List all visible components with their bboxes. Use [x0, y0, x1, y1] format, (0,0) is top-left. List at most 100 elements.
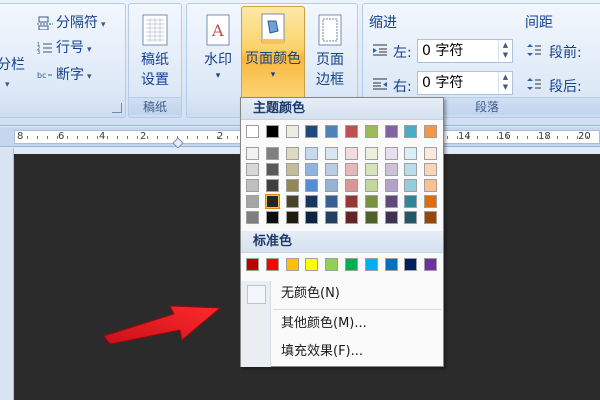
theme-shade-swatch[interactable]: [285, 163, 299, 176]
theme-shade-swatch[interactable]: [265, 211, 279, 224]
theme-color-swatch[interactable]: [246, 125, 259, 138]
breaks-button[interactable]: 分隔符 ▾: [37, 12, 106, 34]
indent-right-spinner-icon[interactable]: ▲ ▼: [498, 72, 512, 94]
standard-color-swatch[interactable]: [305, 258, 319, 271]
line-numbers-button[interactable]: 1 2 3 行号 ▾: [37, 37, 92, 59]
ruler-minor-tick: [547, 136, 548, 139]
theme-shade-swatch[interactable]: [424, 147, 438, 160]
theme-shade-swatch[interactable]: [384, 195, 398, 208]
theme-shade-swatch[interactable]: [384, 211, 398, 224]
theme-color-swatch[interactable]: [265, 125, 279, 138]
indent-left-spinner-icon[interactable]: ▲ ▼: [498, 40, 512, 62]
standard-color-swatch[interactable]: [404, 258, 418, 271]
theme-color-swatch[interactable]: [384, 125, 398, 138]
theme-shade-swatch[interactable]: [305, 163, 319, 176]
theme-shade-swatch[interactable]: [305, 195, 319, 208]
theme-color-swatch[interactable]: [424, 125, 438, 138]
theme-shade-swatch[interactable]: [364, 163, 378, 176]
theme-shade-swatch[interactable]: [424, 195, 438, 208]
theme-shade-swatch[interactable]: [364, 195, 378, 208]
theme-shade-swatch[interactable]: [325, 211, 339, 224]
theme-shade-swatch[interactable]: [345, 211, 358, 224]
theme-shade-swatch[interactable]: [325, 195, 339, 208]
no-color-item[interactable]: 无颜色(N): [241, 280, 443, 308]
theme-shade-swatch[interactable]: [404, 179, 418, 192]
hyphenation-label: 断字: [56, 67, 84, 83]
fill-effects-item[interactable]: 填充效果(F)...: [241, 338, 443, 366]
no-color-icon: [247, 285, 266, 304]
theme-shade-swatch[interactable]: [305, 211, 319, 224]
theme-shade-swatch[interactable]: [404, 147, 418, 160]
page-border-button[interactable]: 页面 边框: [305, 8, 355, 100]
theme-shade-swatch[interactable]: [305, 147, 319, 160]
theme-shade-swatch[interactable]: [265, 163, 279, 176]
theme-shade-swatch[interactable]: [246, 211, 259, 224]
theme-color-swatch[interactable]: [325, 125, 339, 138]
ruler-minor-tick: [117, 136, 118, 139]
ruler-tick-label: 20: [578, 131, 591, 142]
theme-shade-swatch[interactable]: [285, 147, 299, 160]
theme-color-swatch[interactable]: [364, 125, 378, 138]
vertical-ruler[interactable]: [0, 148, 14, 400]
theme-shade-swatch[interactable]: [246, 147, 259, 160]
standard-color-swatch[interactable]: [285, 258, 299, 271]
theme-shade-swatch[interactable]: [325, 163, 339, 176]
draft-settings-button[interactable]: 稿纸 设置: [127, 8, 183, 100]
indent-right-input[interactable]: 0 字符 ▲ ▼: [417, 71, 513, 95]
theme-shade-swatch[interactable]: [345, 163, 358, 176]
theme-color-swatch[interactable]: [404, 125, 418, 138]
theme-shade-swatch[interactable]: [384, 163, 398, 176]
theme-shade-swatch[interactable]: [285, 211, 299, 224]
theme-shade-swatch[interactable]: [424, 163, 438, 176]
columns-button[interactable]: 分栏: [0, 54, 25, 76]
theme-color-swatch[interactable]: [345, 125, 358, 138]
standard-color-swatch[interactable]: [424, 258, 438, 271]
standard-color-swatch[interactable]: [265, 258, 279, 271]
ruler-minor-tick: [477, 136, 478, 139]
theme-shade-swatch[interactable]: [404, 195, 418, 208]
theme-shade-swatch[interactable]: [404, 163, 418, 176]
standard-color-swatch[interactable]: [345, 258, 358, 271]
theme-shade-swatch[interactable]: [285, 195, 299, 208]
theme-shade-swatch[interactable]: [384, 179, 398, 192]
theme-shade-swatch[interactable]: [364, 211, 378, 224]
ruler-minor-tick: [57, 136, 58, 139]
theme-shade-swatch[interactable]: [246, 195, 259, 208]
theme-shade-swatch[interactable]: [364, 147, 378, 160]
theme-shade-swatch[interactable]: [345, 147, 358, 160]
standard-color-swatch[interactable]: [325, 258, 339, 271]
page-setup-launcher-icon[interactable]: [112, 103, 122, 113]
hyphenation-button[interactable]: bc 断字 ▾: [37, 64, 92, 86]
fill-effects-label: 填充效果(F)...: [281, 344, 364, 359]
ruler-minor-tick: [27, 136, 28, 139]
theme-shade-swatch[interactable]: [246, 163, 259, 176]
theme-shade-swatch[interactable]: [404, 211, 418, 224]
theme-shade-swatch[interactable]: [345, 179, 358, 192]
standard-color-swatch[interactable]: [246, 258, 259, 271]
theme-shade-swatch[interactable]: [364, 179, 378, 192]
theme-shade-swatch[interactable]: [285, 179, 299, 192]
watermark-button[interactable]: A 水印 ▾: [189, 8, 247, 100]
standard-color-swatch[interactable]: [384, 258, 398, 271]
ruler-minor-tick: [197, 136, 198, 139]
theme-shade-swatch[interactable]: [246, 179, 259, 192]
theme-shade-swatch[interactable]: [424, 211, 438, 224]
theme-shade-swatch[interactable]: [384, 147, 398, 160]
theme-shade-swatch[interactable]: [265, 147, 279, 160]
page-setup-group: 分栏 ▾ 分隔符 ▾ 1 2 3 行号 ▾ bc 断字 ▾: [0, 3, 126, 118]
draft-paper-icon: [142, 14, 168, 46]
theme-color-swatch[interactable]: [285, 125, 299, 138]
theme-color-swatch[interactable]: [305, 125, 319, 138]
theme-shade-swatch[interactable]: [325, 147, 339, 160]
theme-shade-swatch[interactable]: [265, 179, 279, 192]
ruler-minor-tick: [577, 136, 578, 139]
theme-shade-swatch[interactable]: [305, 179, 319, 192]
theme-shade-swatch[interactable]: [424, 179, 438, 192]
indent-left-input[interactable]: 0 字符 ▲ ▼: [417, 39, 513, 63]
page-color-button[interactable]: 页面颜色 ▾: [241, 6, 305, 100]
theme-shade-swatch[interactable]: [264, 194, 280, 209]
standard-color-swatch[interactable]: [364, 258, 378, 271]
theme-shade-swatch[interactable]: [345, 195, 358, 208]
theme-shade-swatch[interactable]: [325, 179, 339, 192]
more-colors-item[interactable]: 其他颜色(M)...: [241, 310, 443, 338]
